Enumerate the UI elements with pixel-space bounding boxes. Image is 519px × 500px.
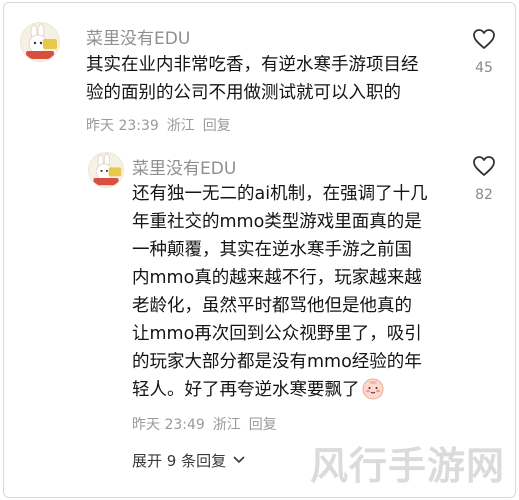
comment-time: 昨天 23:49 <box>132 417 205 433</box>
like-count: 82 <box>475 187 493 203</box>
like-button[interactable]: 82 <box>464 155 504 203</box>
comment-location: 浙江 <box>212 417 241 433</box>
reply-button[interactable]: 回复 <box>249 414 277 434</box>
comment-text-line: 内mmo真的越来越不行，玩家越来越 <box>132 268 422 288</box>
expand-replies-button[interactable]: 展开 9 条回复 <box>132 450 245 471</box>
heart-outline-icon <box>473 29 495 49</box>
avatar-rabbit-icon <box>21 23 59 61</box>
comment-text-line: 让mmo再次回到公众视野里了，吸引 <box>132 324 422 344</box>
comment-time: 昨天 23:39 <box>86 118 159 134</box>
comment-location: 浙江 <box>166 118 195 134</box>
comment-text-line: 还有独一无二的ai机制，在强调了十几 <box>132 184 428 204</box>
comment-meta: 昨天 23:49 浙江 回复 <box>132 414 277 434</box>
chevron-down-icon <box>233 456 245 464</box>
comment-text-line-last: 轻人。好了再夸逆水寒要飘了 <box>132 376 384 404</box>
comment-text-line: 老龄化，虽然平时都骂他但是他真的 <box>132 296 412 316</box>
avatar-rabbit-icon <box>89 153 123 187</box>
watermark-text: 风行手游网 <box>309 443 505 488</box>
comment-text: 轻人。好了再夸逆水寒要飘了 <box>132 380 360 400</box>
heart-outline-icon <box>473 156 495 176</box>
user-avatar[interactable] <box>88 152 124 188</box>
comment-text-line: 的玩家大部分都是没有mmo经验的年 <box>132 352 422 372</box>
reply-button[interactable]: 回复 <box>203 115 231 135</box>
comment-meta: 昨天 23:39 浙江 回复 <box>86 115 231 135</box>
user-avatar[interactable] <box>20 22 60 62</box>
comment-text-line: 年重社交的mmo类型游戏里面真的是 <box>132 212 422 232</box>
like-count: 45 <box>475 60 493 76</box>
username[interactable]: 菜里没有EDU <box>86 24 190 49</box>
comment-text-line: 验的面别的公司不用做测试就可以入职的 <box>86 83 401 103</box>
comment-text-line: 一种颠覆，其实在逆水寒手游之前国 <box>132 240 412 260</box>
username[interactable]: 菜里没有EDU <box>132 154 236 179</box>
like-button[interactable]: 45 <box>464 28 504 76</box>
blush-face-icon <box>362 378 383 400</box>
expand-replies-label: 展开 9 条回复 <box>132 452 227 470</box>
comment-text-line: 其实在业内非常吃香，有逆水寒手游项目经 <box>86 55 419 75</box>
